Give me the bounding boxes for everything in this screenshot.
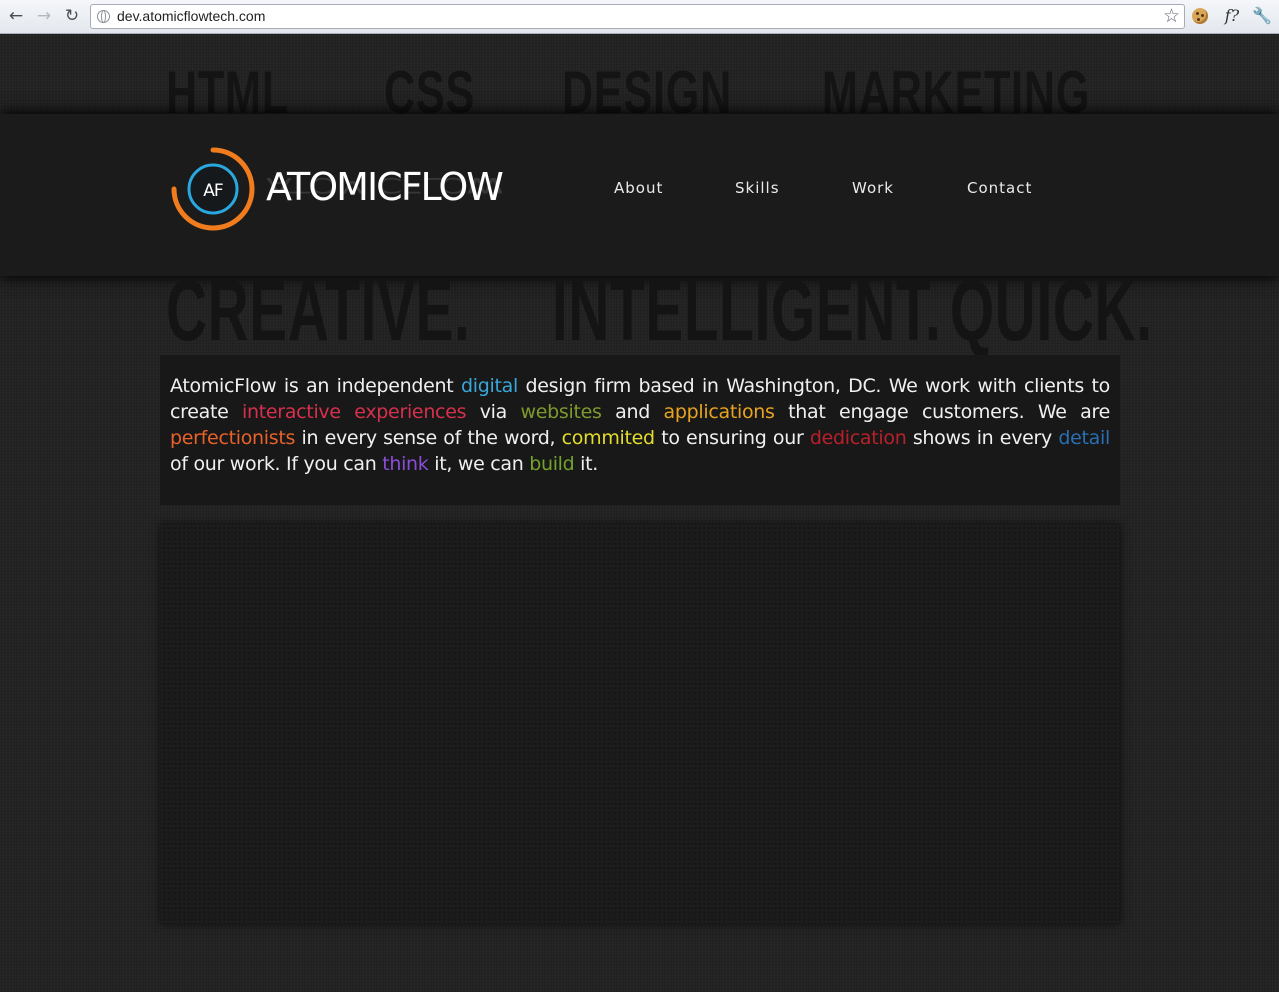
reload-button[interactable]: ↻ <box>61 5 83 27</box>
function-extension-button[interactable]: f? <box>1220 5 1244 27</box>
intro-segment: and <box>601 401 664 423</box>
intro-segment: digital <box>460 375 518 397</box>
intro-segment: think <box>382 453 429 475</box>
intro-segment: applications <box>663 401 775 423</box>
intro-segment: via <box>466 401 521 423</box>
arrow-left-icon: ← <box>8 6 24 26</box>
forward-button[interactable]: → <box>33 5 55 27</box>
background-word: QUICK. <box>950 263 1153 359</box>
nav-skills[interactable]: Skills <box>735 179 780 197</box>
nav-work[interactable]: Work <box>852 179 894 197</box>
wrench-icon[interactable]: 🔧 <box>1252 5 1272 27</box>
brand-reflection: ATOMICFLOW <box>266 172 502 197</box>
intro-segment: websites <box>520 401 602 423</box>
cookie-extension-icon[interactable] <box>1192 8 1208 24</box>
intro-segment: it. <box>574 453 599 475</box>
intro-segment: AtomicFlow is an independent <box>170 375 461 397</box>
page-viewport: HTML CSS DESIGN MARKETING AF ATOMICFLOW … <box>0 34 1279 992</box>
intro-segment: it, we can <box>428 453 530 475</box>
background-word: INTELLIGENT. <box>552 263 942 359</box>
intro-segment: build <box>529 453 575 475</box>
intro-segment: interactive experiences <box>242 401 467 423</box>
intro-segment: shows in every <box>906 427 1059 449</box>
intro-segment: detail <box>1058 427 1110 449</box>
intro-segment: of our work. If you can <box>170 453 383 475</box>
globe-icon <box>97 10 110 23</box>
star-icon[interactable]: ☆ <box>1163 5 1180 28</box>
reload-icon: ↻ <box>64 6 80 26</box>
intro-segment: perfectionists <box>170 427 296 449</box>
intro-segment: that engage customers. We are <box>774 401 1110 423</box>
content-panel <box>160 524 1120 924</box>
logo-icon[interactable]: AF <box>170 146 256 232</box>
nav-contact[interactable]: Contact <box>967 179 1032 197</box>
intro-segment: to ensuring our <box>654 427 810 449</box>
intro-segment: in every sense of the word, <box>295 427 562 449</box>
address-bar[interactable]: dev.atomicflowtech.com ☆ <box>90 4 1185 29</box>
url-text[interactable]: dev.atomicflowtech.com <box>117 8 265 24</box>
back-button[interactable]: ← <box>5 5 27 27</box>
browser-toolbar: ← → ↻ dev.atomicflowtech.com ☆ f? 🔧 <box>0 0 1279 34</box>
nav-about[interactable]: About <box>614 179 663 197</box>
logo-mark-text: AF <box>203 181 223 201</box>
intro-segment: dedication <box>809 427 907 449</box>
intro-paragraph: AtomicFlow is an independent digital des… <box>160 355 1120 505</box>
intro-segment: commited <box>561 427 655 449</box>
background-word: CREATIVE. <box>166 263 471 359</box>
arrow-right-icon: → <box>36 6 52 26</box>
